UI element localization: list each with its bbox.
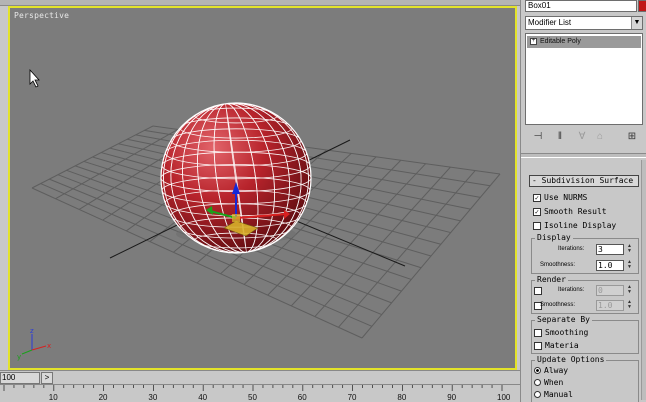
grid-line xyxy=(338,170,476,328)
timeline-ruler[interactable]: 10 20 30 40 50 60 70 80 90 100 xyxy=(0,384,520,402)
next-frame-button[interactable]: > xyxy=(41,372,53,384)
spinner-arrows-icon[interactable]: ▲ ▼ xyxy=(626,260,633,271)
spinner-arrows-icon[interactable]: ▲ ▼ xyxy=(626,300,633,311)
render-smoothness-input[interactable]: 1.0 xyxy=(596,300,624,311)
mouse-cursor-icon xyxy=(29,68,40,88)
axis-label-z: z xyxy=(30,327,34,335)
ruler-tick-label: 100 xyxy=(497,393,511,402)
display-group-title: Display xyxy=(535,233,573,243)
stack-item-label: Editable Poly xyxy=(540,38,581,45)
app-window: z x y Perspective Box01 Modifier List ▼ … xyxy=(0,0,646,402)
viewport-canvas[interactable]: z x y xyxy=(10,8,515,368)
update-options-title: Update Options xyxy=(535,355,607,365)
render-group: Render Iterations: 0 ▲ ▼ Smoothness: 1.0 … xyxy=(531,275,639,314)
render-iterations-input[interactable]: 0 xyxy=(596,285,624,296)
panel-separator xyxy=(521,153,646,158)
perspective-viewport[interactable]: z x y Perspective xyxy=(8,6,517,370)
update-always-label: Alway xyxy=(544,366,569,375)
stack-toolbar: ⊣ ‖ ∀ ⌂ ⊞ xyxy=(525,128,643,146)
render-iterations-label: Iterations: xyxy=(558,287,585,293)
radio-unselected-icon[interactable] xyxy=(534,391,541,398)
smooth-result-label: Smooth Result xyxy=(544,207,607,216)
ruler-tick-label: 80 xyxy=(397,393,407,402)
time-slider-field[interactable]: 100 xyxy=(0,372,40,384)
axis-label-y: y xyxy=(17,353,21,361)
separate-smoothing-label: Smoothing xyxy=(545,328,589,337)
checkbox-empty-icon[interactable] xyxy=(533,221,541,230)
display-smoothness-input[interactable]: 1.0 xyxy=(596,260,624,271)
display-group: Display Iterations: 3 ▲ ▼ Smoothness: 1.0… xyxy=(531,233,639,274)
chevron-down-icon[interactable]: ▼ xyxy=(631,17,642,29)
ruler-tick-label: 90 xyxy=(447,393,457,402)
ruler-tick-label: 40 xyxy=(198,393,208,402)
modifier-list-dropdown[interactable]: Modifier List ▼ xyxy=(525,16,643,30)
separate-smoothing-checkbox[interactable]: Smoothing xyxy=(534,327,588,339)
object-name-field[interactable]: Box01 xyxy=(525,0,637,12)
time-slider-bar: 100 > xyxy=(0,370,520,384)
checkbox-empty-icon[interactable] xyxy=(534,341,542,350)
axis-label-x: x xyxy=(47,342,51,350)
spinner-arrows-icon[interactable]: ▲ ▼ xyxy=(626,285,633,296)
checkbox-checked-icon[interactable]: ✓ xyxy=(533,207,541,216)
axis-tripod-icon: z x y xyxy=(17,327,51,361)
ruler-tick-label: 30 xyxy=(148,393,158,402)
update-options-group: Update Options Alway When Manual xyxy=(531,355,639,402)
separate-materia-label: Materia xyxy=(545,341,579,350)
ruler-tick-label: 20 xyxy=(98,393,108,402)
update-when-label: When xyxy=(544,378,564,387)
display-iterations-label: Iterations: xyxy=(558,246,585,252)
radio-selected-icon[interactable] xyxy=(534,367,541,374)
spinner-arrows-icon[interactable]: ▲ ▼ xyxy=(626,244,633,255)
display-smoothness-label: Smoothness: xyxy=(540,262,576,268)
plus-box-icon[interactable]: + xyxy=(530,37,537,45)
rollout-title: Subdivision Surface xyxy=(541,176,634,185)
show-end-result-icon[interactable]: ‖ xyxy=(553,130,567,144)
configure-modifier-sets-icon[interactable]: ⊞ xyxy=(625,130,639,144)
separate-by-group: Separate By Smoothing Materia xyxy=(531,315,639,354)
ruler-tick-label: 60 xyxy=(297,393,307,402)
ruler-tick-label: 70 xyxy=(347,393,357,402)
modifier-stack[interactable]: + Editable Poly xyxy=(525,33,643,125)
modifier-list-label: Modifier List xyxy=(528,18,572,27)
display-iterations-input[interactable]: 3 xyxy=(596,244,624,255)
update-manual-radio[interactable]: Manual xyxy=(534,389,573,401)
render-smoothness-label: Smoothness: xyxy=(540,302,576,308)
object-color-swatch[interactable] xyxy=(638,0,646,12)
viewport-label[interactable]: Perspective xyxy=(14,11,69,20)
ruler-ticks xyxy=(3,385,503,391)
subdivision-surface-rollout[interactable]: - Subdivision Surface xyxy=(529,175,639,187)
radio-unselected-icon[interactable] xyxy=(534,379,541,386)
command-panel: Box01 Modifier List ▼ + Editable Poly ⊣ ‖… xyxy=(520,0,646,402)
checkbox-checked-icon[interactable]: ✓ xyxy=(533,193,541,202)
stack-item-editable-poly[interactable]: + Editable Poly xyxy=(527,36,641,48)
checkbox-empty-icon[interactable] xyxy=(534,328,542,337)
separate-materia-checkbox[interactable]: Materia xyxy=(534,340,579,352)
update-always-radio[interactable]: Alway xyxy=(534,365,568,377)
separate-by-title: Separate By xyxy=(535,315,592,325)
update-when-radio[interactable]: When xyxy=(534,377,563,389)
ruler-tick-label: 10 xyxy=(48,393,58,402)
use-nurms-label: Use NURMS xyxy=(544,193,588,202)
make-unique-icon[interactable]: ∀ xyxy=(575,130,589,144)
isoline-display-checkbox[interactable]: Isoline Display xyxy=(533,220,616,232)
remove-modifier-icon[interactable]: ⌂ xyxy=(593,130,607,144)
smooth-result-checkbox[interactable]: ✓ Smooth Result xyxy=(533,206,607,218)
panel-scrollbar[interactable] xyxy=(641,160,646,400)
update-manual-label: Manual xyxy=(544,390,573,399)
render-iterations-checkbox[interactable] xyxy=(534,287,542,295)
ruler-tick-label: 50 xyxy=(248,393,257,402)
pin-stack-icon[interactable]: ⊣ xyxy=(531,130,545,144)
isoline-display-label: Isoline Display xyxy=(544,221,617,230)
use-nurms-checkbox[interactable]: ✓ Use NURMS xyxy=(533,192,587,204)
